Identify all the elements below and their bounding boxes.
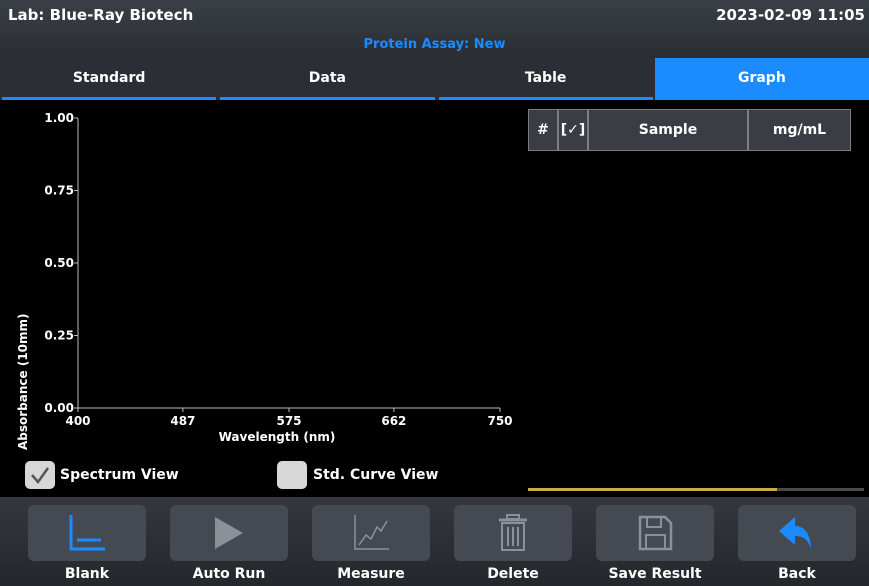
auto-run-button[interactable] bbox=[170, 505, 288, 561]
std-curve-view-checkbox[interactable] bbox=[277, 461, 307, 489]
y-tick-label: 0.75 bbox=[44, 184, 74, 198]
tab-data[interactable]: Data bbox=[220, 58, 435, 100]
title-bar: Lab: Blue-Ray Biotech 2023-02-09 11:05 P… bbox=[0, 0, 869, 58]
progress-bar bbox=[528, 488, 864, 491]
std-curve-view-label[interactable]: Std. Curve View bbox=[313, 467, 438, 483]
x-axis-label: Wavelength (nm) bbox=[219, 430, 336, 444]
lab-name: Lab: Blue-Ray Biotech bbox=[8, 6, 194, 24]
back-arrow-icon bbox=[779, 517, 811, 549]
x-tick-label: 662 bbox=[381, 414, 406, 428]
y-tick-label: 0.50 bbox=[44, 256, 74, 270]
datetime: 2023-02-09 11:05 bbox=[716, 6, 865, 24]
checkmark-icon bbox=[31, 467, 50, 485]
measure-button[interactable] bbox=[312, 505, 430, 561]
auto-run-label: Auto Run bbox=[192, 566, 266, 582]
col-select[interactable]: [✓] bbox=[558, 109, 588, 151]
blank-button[interactable] bbox=[28, 505, 146, 561]
tab-table[interactable]: Table bbox=[438, 58, 653, 100]
tab-graph[interactable]: Graph bbox=[654, 58, 869, 100]
back-button[interactable] bbox=[738, 505, 856, 561]
save-result-button[interactable] bbox=[596, 505, 714, 561]
back-label: Back bbox=[778, 566, 816, 582]
chart-svg: 0.00 0.25 0.50 0.75 1.00 400 487 575 662 750 Wavel… bbox=[44, 111, 512, 444]
trash-icon bbox=[499, 514, 527, 551]
toolbar: Blank Auto Run Measure Delete Save Resul bbox=[0, 497, 869, 586]
blank-label: Blank bbox=[64, 566, 110, 582]
tab-standard[interactable]: Standard bbox=[2, 58, 217, 100]
assay-title: Protein Assay: New bbox=[363, 37, 506, 52]
col-sample[interactable]: Sample bbox=[588, 109, 748, 151]
play-icon bbox=[215, 517, 243, 549]
y-tick-label: 1.00 bbox=[44, 111, 74, 125]
measure-label: Measure bbox=[337, 566, 405, 582]
y-axis-label: Absorbance (10mm) bbox=[16, 313, 30, 450]
spectrum-view-label[interactable]: Spectrum View bbox=[60, 467, 179, 483]
y-tick-label: 0.25 bbox=[44, 329, 74, 343]
save-result-label: Save Result bbox=[608, 566, 702, 582]
tab-bar: Standard Data Table Graph bbox=[0, 58, 869, 100]
axes-icon bbox=[69, 515, 105, 551]
delete-button[interactable] bbox=[454, 505, 572, 561]
chart-line-icon bbox=[354, 515, 389, 550]
col-number: # bbox=[528, 109, 558, 151]
x-tick-label: 750 bbox=[487, 414, 512, 428]
y-tick-label: 0.00 bbox=[44, 401, 74, 415]
x-tick-label: 400 bbox=[65, 414, 90, 428]
x-tick-label: 487 bbox=[170, 414, 195, 428]
spectrum-view-checkbox[interactable] bbox=[25, 461, 55, 489]
x-tick-label: 575 bbox=[276, 414, 301, 428]
delete-label: Delete bbox=[487, 566, 539, 582]
results-table-header: # [✓] Sample mg/mL bbox=[528, 109, 851, 151]
spectrum-chart: 0.00 0.25 0.50 0.75 1.00 400 487 575 662 750 Wavel… bbox=[10, 105, 525, 455]
progress-fill bbox=[528, 488, 777, 491]
col-concentration[interactable]: mg/mL bbox=[748, 109, 851, 151]
save-icon bbox=[638, 515, 673, 551]
